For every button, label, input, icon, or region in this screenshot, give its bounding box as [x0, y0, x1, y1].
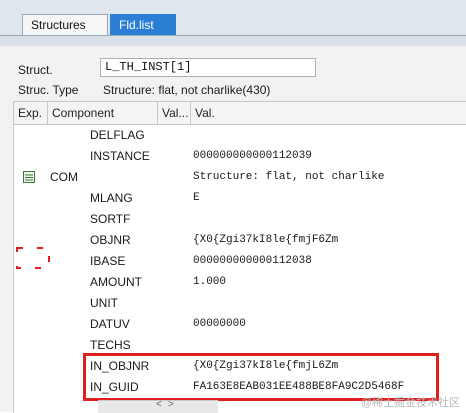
component-value: {X0{Zgi37kI8le{fmjL6Zm [193, 360, 339, 372]
grid-header: Exp. Component Val... Val. [14, 102, 466, 125]
table-row[interactable]: AMOUNT 1.000 [14, 272, 466, 293]
table-row[interactable]: IBASE 000000000000112038 [14, 251, 466, 272]
component-value: FA163E8EAB031EE488BE8FA9C2D5468F [193, 381, 405, 393]
header-val[interactable]: Val. [195, 106, 215, 120]
scroll-left-icon[interactable]: < [156, 399, 162, 410]
component-name: DATUV [90, 317, 130, 331]
component-name: OBJNR [90, 233, 131, 247]
header-exp[interactable]: Exp. [18, 106, 42, 120]
dashed-selection-icon [16, 247, 50, 269]
component-value: E [193, 192, 200, 204]
component-value: Structure: flat, not charlike [193, 171, 385, 183]
component-name: AMOUNT [90, 275, 142, 289]
column-divider[interactable] [190, 102, 191, 124]
component-name: TECHS [90, 338, 131, 352]
struct-type-value: Structure: flat, not charlike(430) [103, 83, 271, 97]
table-row[interactable]: DATUV 00000000 [14, 314, 466, 335]
column-divider[interactable] [47, 102, 48, 124]
component-name: MLANG [90, 191, 133, 205]
component-name: DELFLAG [90, 128, 145, 142]
toolbar-band [0, 36, 466, 46]
header-component[interactable]: Component [52, 106, 114, 120]
struct-type-label: Struc. Type [18, 83, 79, 97]
component-name: IBASE [90, 254, 126, 268]
table-row[interactable]: TECHS [14, 335, 466, 356]
structure-icon[interactable] [23, 171, 35, 183]
column-divider[interactable] [157, 102, 158, 124]
component-value: 000000000000112039 [193, 150, 312, 162]
expand-label: COM [50, 170, 78, 184]
table-row[interactable]: DELFLAG [14, 125, 466, 146]
tab-structures[interactable]: Structures [22, 14, 108, 35]
horizontal-scrollbar[interactable]: < > [98, 399, 218, 413]
component-name: UNIT [90, 296, 118, 310]
component-value: 00000000 [193, 318, 246, 330]
struct-label: Struct. [18, 63, 53, 77]
component-value: 000000000000112038 [193, 255, 312, 267]
field-list-grid: Exp. Component Val... Val. DELFLAG INSTA… [13, 101, 466, 413]
struct-input[interactable]: L_TH_INST[1] [100, 58, 316, 77]
component-name: IN_GUID [90, 380, 139, 394]
watermark: @稀土掘金技术社区 [360, 397, 460, 409]
table-row[interactable]: MLANG E [14, 188, 466, 209]
component-value: 1.000 [193, 276, 227, 288]
header-val-short[interactable]: Val... [162, 106, 188, 120]
component-name: IN_OBJNR [90, 359, 150, 373]
table-row[interactable]: SORTF [14, 209, 466, 230]
component-name: SORTF [90, 212, 131, 226]
table-row[interactable]: UNIT [14, 293, 466, 314]
tab-fld-list[interactable]: Fld.list [110, 14, 176, 35]
table-row[interactable]: COM Structure: flat, not charlike [14, 167, 466, 188]
scroll-right-icon[interactable]: > [168, 399, 174, 410]
table-row[interactable]: IN_OBJNR {X0{Zgi37kI8le{fmjL6Zm [14, 356, 466, 377]
table-row[interactable]: INSTANCE 000000000000112039 [14, 146, 466, 167]
component-name: INSTANCE [90, 149, 150, 163]
table-row[interactable]: OBJNR {X0{Zgi37kI8le{fmjF6Zm [14, 230, 466, 251]
component-value: {X0{Zgi37kI8le{fmjF6Zm [193, 234, 339, 246]
